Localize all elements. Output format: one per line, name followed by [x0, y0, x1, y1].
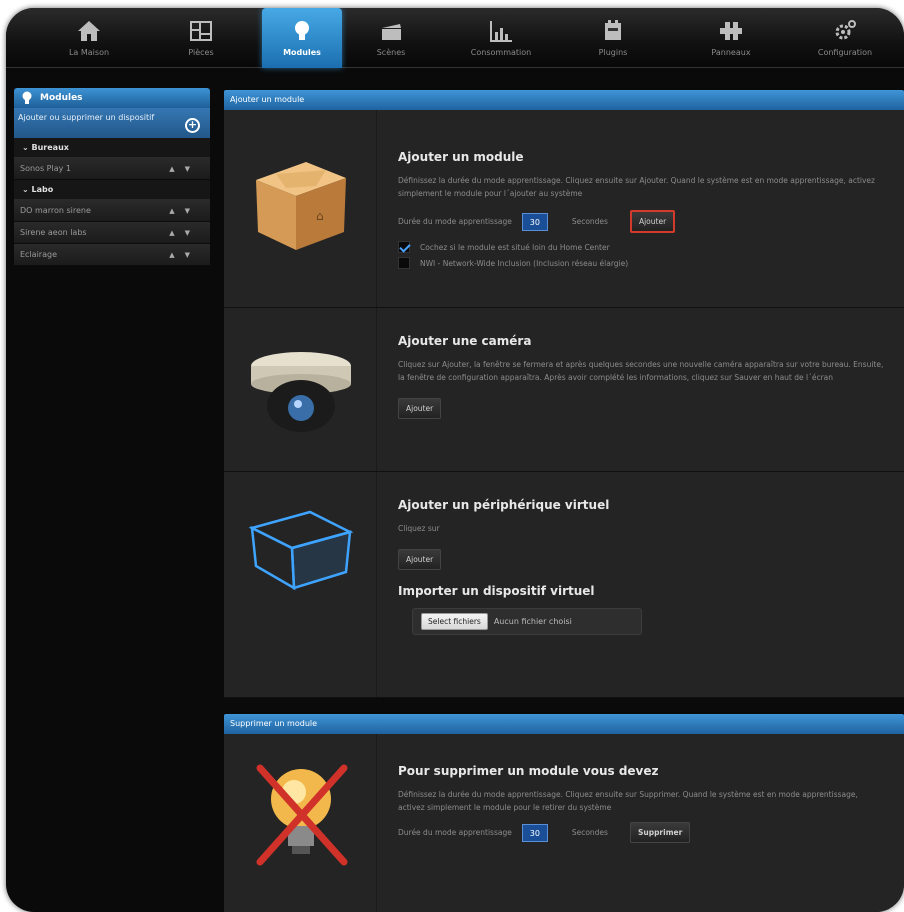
- house-icon: [78, 21, 100, 41]
- duration-label: Durée du mode apprentissage: [398, 217, 512, 226]
- panel-header: Ajouter un module: [224, 90, 904, 110]
- add-module-panel: Ajouter un module ⌂ Ajouter un module Dé…: [224, 90, 904, 698]
- section-divider: [376, 308, 377, 471]
- plugin-icon: [605, 20, 621, 40]
- nav-modules[interactable]: Modules: [262, 8, 342, 68]
- checkbox-label: Cochez si le module est situé loin du Ho…: [420, 242, 610, 252]
- delete-module-title: Pour supprimer un module vous devez: [398, 764, 659, 778]
- add-module-section: ⌂ Ajouter un module Définissez la durée …: [224, 110, 904, 308]
- reorder-arrows-icon[interactable]: ▲▼: [169, 200, 200, 222]
- file-picker[interactable]: Select fichiers Aucun fichier choisi: [412, 608, 642, 635]
- add-camera-description: Cliquez sur Ajouter, la fenêtre se ferme…: [398, 360, 884, 382]
- nav-plugins[interactable]: Plugins: [558, 8, 668, 68]
- import-virtual-title: Importer un dispositif virtuel: [398, 584, 595, 598]
- box-icon: ⌂: [256, 162, 346, 250]
- nav-label: Configuration: [817, 48, 873, 57]
- seconds-label: Secondes: [571, 217, 608, 226]
- nav-label: Pièces: [188, 48, 214, 57]
- duration-label: Durée du mode apprentissage: [398, 828, 512, 837]
- nav-la-maison[interactable]: La Maison: [34, 8, 144, 68]
- seconds-label: Secondes: [571, 828, 608, 837]
- rooms-icon: [190, 21, 212, 41]
- duration-input[interactable]: 30: [521, 823, 548, 842]
- bar-chart-icon: [490, 21, 512, 42]
- select-files-button[interactable]: Select fichiers: [421, 613, 488, 630]
- add-camera-title: Ajouter une caméra: [398, 334, 532, 348]
- reorder-arrows-icon[interactable]: ▲▼: [169, 244, 200, 266]
- sidebar-header: Modules: [14, 88, 210, 108]
- crossed-lightbulb-icon: [256, 764, 348, 866]
- gears-icon: [835, 20, 856, 40]
- group-name: Labo: [31, 185, 54, 194]
- top-navigation: La Maison Pièces Modules Scènes Consomma…: [6, 8, 904, 68]
- camera-icon: [251, 352, 351, 432]
- far-from-home-center-checkbox[interactable]: [398, 241, 410, 253]
- sidebar-item-label: Eclairage: [20, 250, 57, 259]
- add-camera-section: Ajouter une caméra Cliquez sur Ajouter, …: [224, 308, 904, 472]
- add-virtual-description: Cliquez sur: [398, 524, 440, 533]
- svg-text:⌂: ⌂: [316, 209, 324, 223]
- sidebar-group-labo[interactable]: ⌄ Labo: [14, 180, 210, 200]
- delete-module-section: Pour supprimer un module vous devez Défi…: [224, 734, 904, 912]
- add-virtual-button[interactable]: Ajouter: [398, 549, 442, 570]
- plus-icon: +: [185, 118, 200, 133]
- clapperboard-icon: [382, 24, 401, 40]
- nav-consommation[interactable]: Consommation: [446, 8, 556, 68]
- panels-icon: [720, 22, 742, 40]
- sidebar-item-label: DO marron sirene: [20, 206, 91, 215]
- sidebar: Modules Ajouter ou supprimer un disposit…: [14, 88, 210, 266]
- sidebar-item-label: Sirene aeon labs: [20, 228, 87, 237]
- nav-label: Panneaux: [711, 48, 751, 57]
- add-remove-label: Ajouter ou supprimer un dispositif: [18, 113, 155, 122]
- nav-configuration[interactable]: Configuration: [790, 8, 900, 68]
- add-module-description: Définissez la durée du mode apprentissag…: [398, 176, 875, 198]
- add-module-button[interactable]: Ajouter: [629, 210, 676, 233]
- nav-scenes[interactable]: Scènes: [346, 8, 436, 68]
- nwi-checkbox[interactable]: [398, 257, 410, 269]
- checkbox-label: NWI - Network-Wide Inclusion (Inclusion …: [420, 258, 629, 268]
- reorder-arrows-icon[interactable]: ▲▼: [169, 158, 200, 180]
- add-camera-button[interactable]: Ajouter: [398, 398, 442, 419]
- nav-label: La Maison: [68, 48, 110, 57]
- lightbulb-icon: [295, 21, 309, 40]
- add-module-title: Ajouter un module: [398, 150, 524, 164]
- section-divider: [376, 734, 377, 912]
- group-name: Bureaux: [31, 143, 69, 152]
- sidebar-title: Modules: [40, 93, 83, 103]
- nav-label: Consommation: [470, 48, 532, 57]
- reorder-arrows-icon[interactable]: ▲▼: [169, 222, 200, 244]
- panel-header: Supprimer un module: [224, 714, 904, 734]
- sidebar-item-sonos-play-1[interactable]: Sonos Play 1 ▲▼: [14, 158, 210, 180]
- add-virtual-device-section: Ajouter un périphérique virtuel Cliquez …: [224, 472, 904, 698]
- duration-input[interactable]: 30: [521, 212, 548, 231]
- file-status: Aucun fichier choisi: [493, 617, 572, 626]
- sidebar-group-bureaux[interactable]: ⌄ Bureaux: [14, 138, 210, 158]
- sidebar-item-sirene-aeon-labs[interactable]: Sirene aeon labs ▲▼: [14, 222, 210, 244]
- section-divider: [376, 472, 377, 697]
- nav-label: Plugins: [598, 48, 628, 57]
- nav-label: Scènes: [376, 48, 406, 57]
- app-window: La Maison Pièces Modules Scènes Consomma…: [6, 8, 904, 912]
- section-divider: [376, 110, 377, 307]
- sidebar-item-eclairage[interactable]: Eclairage ▲▼: [14, 244, 210, 266]
- sidebar-item-do-marron-sirene[interactable]: DO marron sirene ▲▼: [14, 200, 210, 222]
- add-virtual-title: Ajouter un périphérique virtuel: [398, 498, 610, 512]
- nav-label: Modules: [283, 48, 321, 57]
- nav-panneaux[interactable]: Panneaux: [676, 8, 786, 68]
- nav-pieces[interactable]: Pièces: [146, 8, 256, 68]
- delete-module-button[interactable]: Supprimer: [629, 822, 691, 843]
- virtual-cube-icon: [248, 510, 354, 591]
- sidebar-item-label: Sonos Play 1: [20, 164, 71, 173]
- delete-module-panel: Supprimer un module Pour supprimer un mo…: [224, 714, 904, 912]
- delete-module-description: Définissez la durée du mode apprentissag…: [398, 790, 858, 812]
- lightbulb-icon: [22, 91, 32, 104]
- add-remove-device-button[interactable]: Ajouter ou supprimer un dispositif +: [14, 108, 210, 138]
